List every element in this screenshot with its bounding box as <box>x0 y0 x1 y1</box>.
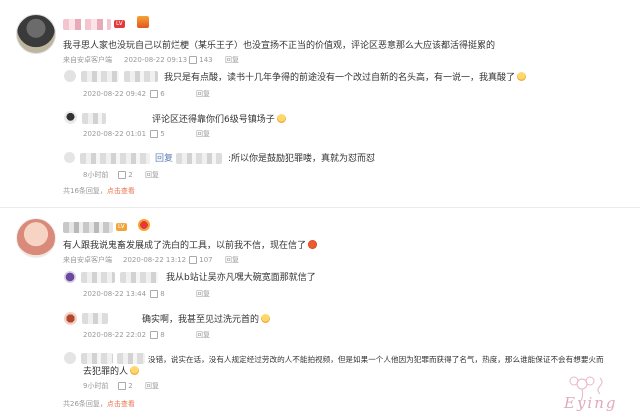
watermark-logo: Eying <box>560 372 632 412</box>
avatar[interactable] <box>16 218 56 258</box>
reply-text: 我从b站让吴亦凡嘿大碗宽面那就信了 <box>166 273 316 283</box>
medal-icon <box>137 16 149 28</box>
reply-button[interactable]: 回复 <box>225 256 239 265</box>
thumbs-up-icon <box>118 171 126 179</box>
reply-summary: 共26条回复，点击查看 <box>63 400 135 408</box>
reply-text: 确实啊，我甚至见过洗元首的 <box>142 314 271 326</box>
mentioned-user-redacted[interactable] <box>176 153 222 164</box>
comment-text: 有人跟我说鬼畜发展成了洗白的工具，以前我不信，现在信了 <box>63 240 318 252</box>
username-redacted[interactable] <box>81 71 119 82</box>
thumbs-up-icon <box>189 56 197 64</box>
reply-text-line1: 没错，说实在话，没有人规定经过劳改的人不能拍视频，但是如果一个人他因为犯罪而获得… <box>148 355 604 364</box>
like-button[interactable]: 2 <box>118 382 133 391</box>
medal-icon <box>138 219 150 231</box>
like-button[interactable]: 107 <box>189 256 213 265</box>
like-button[interactable]: 8 <box>150 331 165 340</box>
thumbs-up-icon <box>150 331 158 339</box>
username-redacted <box>117 353 145 364</box>
like-button[interactable]: 2 <box>118 171 133 180</box>
avatar[interactable] <box>64 152 75 163</box>
reply-time: 8小时前 <box>83 171 109 179</box>
avatar[interactable] <box>64 312 77 325</box>
emoji-icon <box>517 72 527 81</box>
reply-prefix: 回复 <box>155 154 174 164</box>
reply-summary: 共16条回复，点击查看 <box>63 187 135 195</box>
like-button[interactable]: 143 <box>189 56 213 65</box>
reply-button[interactable]: 回复 <box>196 130 210 139</box>
avatar[interactable] <box>64 352 76 364</box>
watermark-text: Eying <box>564 394 618 412</box>
username-redacted[interactable] <box>82 313 108 324</box>
username-redacted[interactable] <box>80 153 150 164</box>
emoji-icon <box>276 114 286 123</box>
thumbs-up-icon <box>118 382 126 390</box>
reply-text: 评论区还得靠你们6级号镇场子 <box>152 114 286 126</box>
thumbs-up-icon <box>150 290 158 298</box>
avatar[interactable] <box>64 70 76 82</box>
like-button[interactable]: 8 <box>150 290 165 299</box>
emoji-icon <box>261 314 271 323</box>
reply-text: 我只是有点酸，读书十几年争得的前途没有一个改过自新的名头高，有一说一，我真酸了 <box>164 72 527 84</box>
reply-text-line2: 去犯罪的人 <box>83 366 140 378</box>
avatar[interactable] <box>64 111 77 124</box>
comment-text: 我寻思人家也没玩自己以前烂梗（某乐王子）也没宣扬不正当的价值观，评论区恶意那么大… <box>63 41 496 51</box>
emoji-icon <box>130 366 140 375</box>
comment-time: 2020-08-22 09:13 <box>124 56 188 64</box>
level-badge: LV <box>114 20 125 28</box>
username-redacted[interactable] <box>63 19 111 30</box>
thumbs-up-icon <box>189 256 197 264</box>
username-redacted[interactable] <box>81 353 113 364</box>
avatar[interactable] <box>16 14 56 54</box>
like-button[interactable]: 6 <box>150 90 165 99</box>
thumbs-up-icon <box>150 90 158 98</box>
reply-text: :所以你是鼓励犯罪喽，真就为怼而怼 <box>228 154 376 164</box>
thumbs-up-icon <box>150 130 158 138</box>
username-redacted[interactable] <box>63 222 113 233</box>
reply-button[interactable]: 回复 <box>145 171 159 180</box>
reply-button[interactable]: 回复 <box>196 290 210 299</box>
view-more-link[interactable]: 点击查看 <box>107 187 135 195</box>
avatar[interactable] <box>64 271 76 283</box>
username-redacted[interactable] <box>81 272 115 283</box>
reply-time: 2020-08-22 13:44 <box>83 290 147 298</box>
reply-button[interactable]: 回复 <box>196 90 210 99</box>
view-more-link[interactable]: 点击查看 <box>107 400 135 408</box>
reply-time: 2020-08-22 01:01 <box>83 130 147 138</box>
reply-time: 2020-08-22 09:42 <box>83 90 147 98</box>
emoji-icon <box>308 240 318 249</box>
comment-time: 2020-08-22 13:12 <box>123 256 187 264</box>
username-redacted <box>120 272 158 283</box>
level-badge: LV <box>116 223 127 231</box>
reply-time: 9小时前 <box>83 382 109 390</box>
username-redacted[interactable] <box>82 113 106 124</box>
comment-source: 来自安卓客户端 <box>63 56 112 64</box>
thread-divider <box>0 207 640 208</box>
comment-source: 来自安卓客户端 <box>63 256 112 264</box>
username-redacted <box>124 71 158 82</box>
like-button[interactable]: 5 <box>150 130 165 139</box>
reply-button[interactable]: 回复 <box>145 382 159 391</box>
like-count: 107 <box>199 256 213 264</box>
reply-button[interactable]: 回复 <box>196 331 210 340</box>
reply-time: 2020-08-22 22:02 <box>83 331 147 339</box>
like-count: 143 <box>199 56 213 64</box>
reply-button[interactable]: 回复 <box>225 56 239 65</box>
